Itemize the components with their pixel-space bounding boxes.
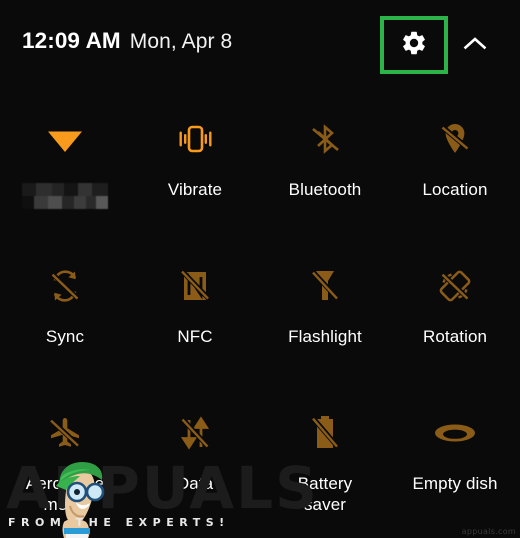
tile-label-battery-saver: Battery saver — [297, 474, 353, 514]
tile-label-empty-dish: Empty dish — [412, 474, 498, 493]
quick-settings-panel: 12:09 AM Mon, Apr 8 Vibrate Bluetooth Lo… — [0, 0, 520, 538]
settings-highlight-box — [380, 16, 448, 74]
sync-off-icon — [43, 265, 87, 307]
tile-label-data: Data — [176, 474, 214, 493]
clock-and-date: 12:09 AM Mon, Apr 8 — [22, 28, 232, 54]
wifi-icon — [43, 118, 87, 160]
rotation-off-icon — [433, 265, 477, 307]
tile-data[interactable]: Data — [130, 386, 260, 533]
airplane-off-icon — [43, 412, 87, 454]
tile-label-location: Location — [422, 180, 488, 199]
location-off-icon — [433, 118, 477, 160]
status-header: 12:09 AM Mon, Apr 8 — [0, 0, 520, 90]
tile-label-flashlight: Flashlight — [288, 327, 362, 346]
nfc-off-icon — [173, 265, 217, 307]
settings-button[interactable] — [384, 20, 444, 70]
tile-vibrate[interactable]: Vibrate — [130, 92, 260, 239]
bluetooth-off-icon — [303, 118, 347, 160]
tile-battery-saver[interactable]: Battery saver — [260, 386, 390, 533]
tile-sync[interactable]: Sync — [0, 239, 130, 386]
tile-location[interactable]: Location — [390, 92, 520, 239]
quick-settings-tile-grid: Vibrate Bluetooth Location Sync NFC Flas… — [0, 92, 520, 533]
clock-date: Mon, Apr 8 — [129, 30, 233, 53]
tile-aeroplane-mode[interactable]: Aeroplane mode — [0, 386, 130, 533]
tile-rotation[interactable]: Rotation — [390, 239, 520, 386]
chevron-up-icon — [463, 35, 487, 56]
flashlight-off-icon — [303, 265, 347, 307]
wifi-ssid-blurred-label — [22, 183, 108, 209]
tile-bluetooth[interactable]: Bluetooth — [260, 92, 390, 239]
tile-wifi[interactable] — [0, 92, 130, 239]
tile-nfc[interactable]: NFC — [130, 239, 260, 386]
tile-empty-dish[interactable]: Empty dish — [390, 386, 520, 533]
tile-label-nfc: NFC — [177, 327, 213, 346]
tile-label-aeroplane-mode: Aeroplane mode — [25, 474, 105, 514]
clock-time: 12:09 AM — [22, 28, 121, 53]
data-off-icon — [173, 412, 217, 454]
tile-flashlight[interactable]: Flashlight — [260, 239, 390, 386]
tile-label-sync: Sync — [45, 327, 85, 346]
tile-label-bluetooth: Bluetooth — [288, 180, 362, 199]
tile-label-rotation: Rotation — [422, 327, 488, 346]
corner-credit: appuals.com — [461, 527, 516, 536]
battery-saver-off-icon — [303, 412, 347, 454]
vibrate-icon — [173, 118, 217, 160]
expand-collapse-button[interactable] — [458, 30, 492, 60]
tile-label-vibrate: Vibrate — [167, 180, 223, 199]
dish-icon — [433, 412, 477, 454]
gear-icon — [400, 29, 428, 62]
